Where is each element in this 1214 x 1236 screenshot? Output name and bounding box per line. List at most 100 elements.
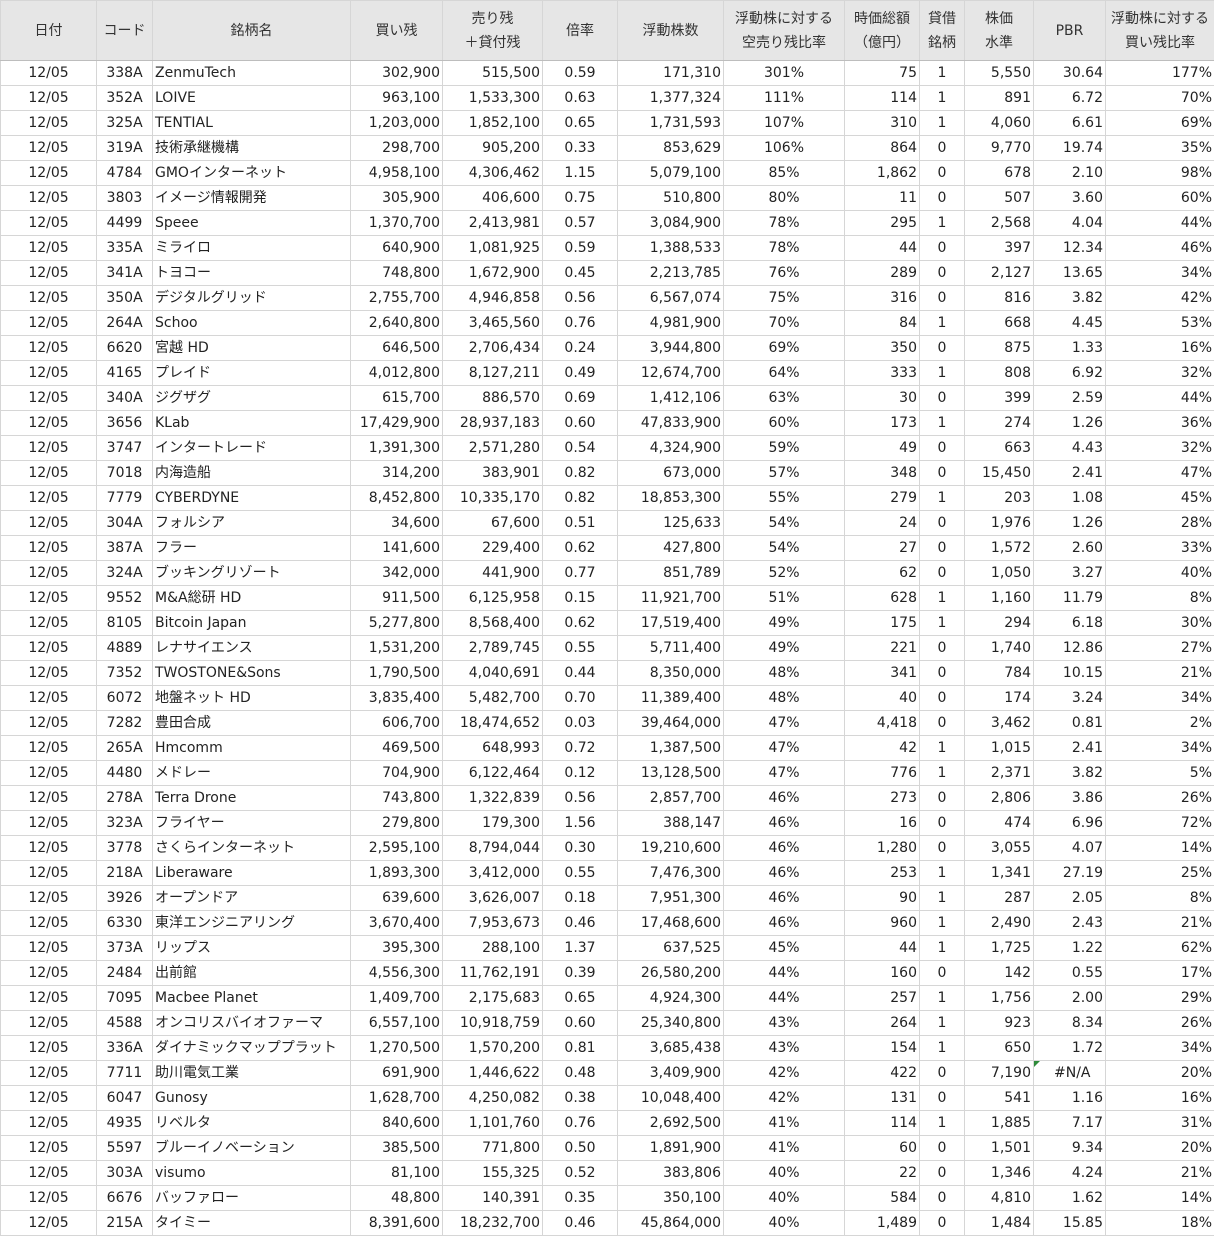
cell-buy-balance[interactable]: 298,700 bbox=[351, 136, 443, 161]
cell-name[interactable]: CYBERDYNE bbox=[153, 486, 351, 511]
cell-buy-balance[interactable]: 5,277,800 bbox=[351, 611, 443, 636]
cell-ratio[interactable]: 0.55 bbox=[543, 636, 618, 661]
cell-sell-balance[interactable]: 1,852,100 bbox=[443, 111, 543, 136]
cell-pbr[interactable]: 2.41 bbox=[1034, 461, 1106, 486]
cell-pbr[interactable]: 3.60 bbox=[1034, 186, 1106, 211]
cell-name[interactable]: レナサイエンス bbox=[153, 636, 351, 661]
cell-float-shares[interactable]: 851,789 bbox=[618, 561, 724, 586]
cell-lending[interactable]: 1 bbox=[920, 211, 965, 236]
cell-float-shares[interactable]: 11,921,700 bbox=[618, 586, 724, 611]
cell-market-cap[interactable]: 960 bbox=[845, 911, 920, 936]
cell-sell-balance[interactable]: 18,232,700 bbox=[443, 1211, 543, 1236]
cell-short-ratio[interactable]: 46% bbox=[724, 836, 845, 861]
cell-pbr[interactable]: 12.86 bbox=[1034, 636, 1106, 661]
cell-date[interactable]: 12/05 bbox=[1, 711, 97, 736]
cell-price-level[interactable]: 1,050 bbox=[965, 561, 1034, 586]
cell-price-level[interactable]: 2,371 bbox=[965, 761, 1034, 786]
cell-buy-balance[interactable]: 3,835,400 bbox=[351, 686, 443, 711]
cell-name[interactable]: さくらインターネット bbox=[153, 836, 351, 861]
cell-short-ratio[interactable]: 49% bbox=[724, 636, 845, 661]
cell-lending[interactable]: 1 bbox=[920, 1011, 965, 1036]
cell-buy-ratio[interactable]: 44% bbox=[1106, 386, 1214, 411]
cell-short-ratio[interactable]: 40% bbox=[724, 1211, 845, 1236]
cell-date[interactable]: 12/05 bbox=[1, 1186, 97, 1211]
cell-code[interactable]: 336A bbox=[97, 1036, 153, 1061]
cell-short-ratio[interactable]: 70% bbox=[724, 311, 845, 336]
header-float-shares[interactable]: 浮動株数 bbox=[618, 1, 724, 61]
cell-short-ratio[interactable]: 59% bbox=[724, 436, 845, 461]
cell-code[interactable]: 6072 bbox=[97, 686, 153, 711]
cell-date[interactable]: 12/05 bbox=[1, 136, 97, 161]
cell-buy-balance[interactable]: 385,500 bbox=[351, 1136, 443, 1161]
header-short-ratio[interactable]: 浮動株に対する空売り残比率 bbox=[724, 1, 845, 61]
cell-float-shares[interactable]: 1,412,106 bbox=[618, 386, 724, 411]
cell-ratio[interactable]: 0.70 bbox=[543, 686, 618, 711]
cell-short-ratio[interactable]: 54% bbox=[724, 511, 845, 536]
cell-buy-balance[interactable]: 639,600 bbox=[351, 886, 443, 911]
cell-code[interactable]: 4784 bbox=[97, 161, 153, 186]
cell-date[interactable]: 12/05 bbox=[1, 86, 97, 111]
header-sell-balance[interactable]: 売り残＋貸付残 bbox=[443, 1, 543, 61]
cell-name[interactable]: Bitcoin Japan bbox=[153, 611, 351, 636]
table-row[interactable]: 12/05218ALiberaware1,893,3003,412,0000.5… bbox=[1, 861, 1214, 886]
cell-sell-balance[interactable]: 406,600 bbox=[443, 186, 543, 211]
cell-lending[interactable]: 0 bbox=[920, 1061, 965, 1086]
cell-price-level[interactable]: 784 bbox=[965, 661, 1034, 686]
cell-buy-ratio[interactable]: 33% bbox=[1106, 536, 1214, 561]
cell-price-level[interactable]: 668 bbox=[965, 311, 1034, 336]
cell-sell-balance[interactable]: 441,900 bbox=[443, 561, 543, 586]
cell-price-level[interactable]: 1,015 bbox=[965, 736, 1034, 761]
table-row[interactable]: 12/05303Avisumo81,100155,3250.52383,8064… bbox=[1, 1161, 1214, 1186]
cell-pbr[interactable]: 6.92 bbox=[1034, 361, 1106, 386]
cell-code[interactable]: 325A bbox=[97, 111, 153, 136]
cell-price-level[interactable]: 1,341 bbox=[965, 861, 1034, 886]
cell-market-cap[interactable]: 253 bbox=[845, 861, 920, 886]
cell-ratio[interactable]: 0.76 bbox=[543, 1111, 618, 1136]
cell-buy-balance[interactable]: 704,900 bbox=[351, 761, 443, 786]
cell-sell-balance[interactable]: 10,918,759 bbox=[443, 1011, 543, 1036]
cell-buy-ratio[interactable]: 2% bbox=[1106, 711, 1214, 736]
cell-pbr[interactable]: 3.86 bbox=[1034, 786, 1106, 811]
cell-name[interactable]: 出前館 bbox=[153, 961, 351, 986]
cell-float-shares[interactable]: 1,731,593 bbox=[618, 111, 724, 136]
cell-short-ratio[interactable]: 49% bbox=[724, 611, 845, 636]
cell-code[interactable]: 4935 bbox=[97, 1111, 153, 1136]
cell-date[interactable]: 12/05 bbox=[1, 1136, 97, 1161]
cell-date[interactable]: 12/05 bbox=[1, 861, 97, 886]
cell-short-ratio[interactable]: 43% bbox=[724, 1011, 845, 1036]
cell-price-level[interactable]: 5,550 bbox=[965, 61, 1034, 86]
cell-market-cap[interactable]: 628 bbox=[845, 586, 920, 611]
cell-ratio[interactable]: 0.62 bbox=[543, 611, 618, 636]
cell-market-cap[interactable]: 90 bbox=[845, 886, 920, 911]
cell-code[interactable]: 5597 bbox=[97, 1136, 153, 1161]
cell-float-shares[interactable]: 47,833,900 bbox=[618, 411, 724, 436]
cell-market-cap[interactable]: 114 bbox=[845, 1111, 920, 1136]
cell-pbr[interactable]: 1.08 bbox=[1034, 486, 1106, 511]
cell-ratio[interactable]: 0.15 bbox=[543, 586, 618, 611]
cell-pbr[interactable]: 30.64 bbox=[1034, 61, 1106, 86]
cell-date[interactable]: 12/05 bbox=[1, 261, 97, 286]
cell-buy-balance[interactable]: 1,391,300 bbox=[351, 436, 443, 461]
cell-code[interactable]: 3803 bbox=[97, 186, 153, 211]
cell-float-shares[interactable]: 4,924,300 bbox=[618, 986, 724, 1011]
cell-pbr[interactable]: 3.82 bbox=[1034, 761, 1106, 786]
cell-lending[interactable]: 0 bbox=[920, 686, 965, 711]
cell-code[interactable]: 4165 bbox=[97, 361, 153, 386]
cell-ratio[interactable]: 0.24 bbox=[543, 336, 618, 361]
table-row[interactable]: 12/058105Bitcoin Japan5,277,8008,568,400… bbox=[1, 611, 1214, 636]
cell-name[interactable]: 東洋エンジニアリング bbox=[153, 911, 351, 936]
cell-date[interactable]: 12/05 bbox=[1, 1161, 97, 1186]
cell-float-shares[interactable]: 388,147 bbox=[618, 811, 724, 836]
cell-buy-balance[interactable]: 615,700 bbox=[351, 386, 443, 411]
cell-float-shares[interactable]: 637,525 bbox=[618, 936, 724, 961]
cell-buy-balance[interactable]: 1,893,300 bbox=[351, 861, 443, 886]
cell-pbr[interactable]: 2.00 bbox=[1034, 986, 1106, 1011]
cell-float-shares[interactable]: 1,388,533 bbox=[618, 236, 724, 261]
cell-date[interactable]: 12/05 bbox=[1, 436, 97, 461]
cell-date[interactable]: 12/05 bbox=[1, 661, 97, 686]
cell-date[interactable]: 12/05 bbox=[1, 811, 97, 836]
cell-sell-balance[interactable]: 11,762,191 bbox=[443, 961, 543, 986]
cell-code[interactable]: 7711 bbox=[97, 1061, 153, 1086]
cell-lending[interactable]: 0 bbox=[920, 1136, 965, 1161]
cell-sell-balance[interactable]: 7,953,673 bbox=[443, 911, 543, 936]
